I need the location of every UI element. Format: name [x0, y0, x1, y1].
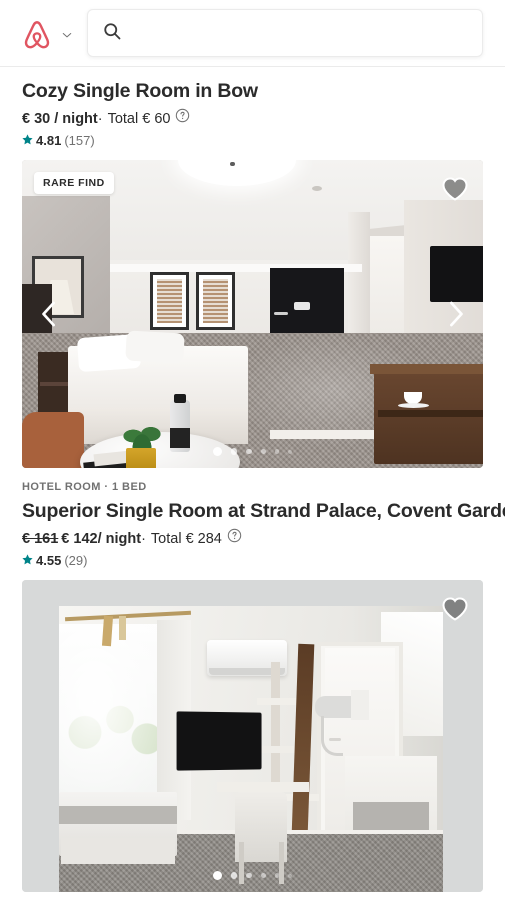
listing-card[interactable]: HOTEL ROOM · 1 BED Superior Single Room …: [0, 468, 505, 892]
price-original: € 161: [22, 530, 59, 547]
price-total: Total € 60: [107, 110, 171, 127]
listings-feed: Cozy Single Room in Bow € 30 / night · T…: [0, 67, 505, 892]
listing-info: HOTEL ROOM · 1 BED Superior Single Room …: [0, 468, 505, 580]
listing-photo-carousel[interactable]: RARE FIND: [22, 160, 483, 468]
price-current: € 142/ night: [61, 530, 142, 547]
carousel-dot[interactable]: [260, 448, 266, 455]
carousel-dot[interactable]: [230, 872, 237, 879]
price-current: € 30 / night: [22, 110, 98, 127]
carousel-dot[interactable]: [212, 447, 222, 456]
listing-card[interactable]: Cozy Single Room in Bow € 30 / night · T…: [0, 67, 505, 468]
carousel-dot[interactable]: [288, 873, 293, 878]
favorite-heart-icon[interactable]: [439, 172, 471, 204]
rare-find-badge: RARE FIND: [34, 172, 114, 194]
search-input[interactable]: [122, 10, 468, 56]
carousel-dot[interactable]: [230, 448, 237, 455]
carousel-prev-button[interactable]: [32, 292, 66, 336]
favorite-heart-icon[interactable]: [439, 592, 471, 624]
price-line: € 30 / night · Total € 60: [22, 108, 483, 129]
search-bar[interactable]: [87, 9, 483, 57]
carousel-dot[interactable]: [274, 873, 280, 878]
carousel-dot[interactable]: [288, 449, 293, 454]
rating-value: 4.55: [36, 553, 62, 568]
chevron-down-icon[interactable]: [58, 29, 73, 41]
price-separator: ·: [97, 110, 103, 127]
star-icon: [22, 132, 36, 150]
help-circle-icon[interactable]: [170, 108, 190, 129]
carousel-dots[interactable]: [22, 447, 483, 456]
listing-kicker: HOTEL ROOM · 1 BED: [22, 481, 147, 493]
rating-line: 4.55 (29): [22, 552, 483, 580]
carousel-dot[interactable]: [245, 872, 252, 879]
listing-info: Cozy Single Room in Bow € 30 / night · T…: [0, 67, 505, 160]
price-separator: ·: [141, 530, 146, 547]
app-header: [0, 0, 505, 67]
carousel-dot[interactable]: [260, 872, 266, 879]
carousel-dot[interactable]: [212, 871, 222, 880]
rating-line: 4.81 (157): [22, 132, 483, 160]
listing-photo: [22, 160, 483, 468]
listing-title: Cozy Single Room in Bow: [22, 80, 258, 102]
carousel-dot[interactable]: [245, 448, 252, 455]
carousel-dots[interactable]: [22, 871, 483, 880]
listing-title: Superior Single Room at Strand Palace, C…: [22, 500, 505, 522]
rating-value: 4.81: [36, 133, 62, 148]
star-icon: [22, 552, 36, 570]
carousel-next-button[interactable]: [439, 292, 473, 336]
price-total: Total € 284: [150, 530, 222, 547]
rating-count: (29): [64, 553, 88, 568]
airbnb-logo[interactable]: [22, 19, 52, 51]
help-circle-icon[interactable]: [222, 528, 242, 549]
brand-menu[interactable]: [22, 9, 73, 51]
search-icon: [102, 21, 122, 46]
rating-count: (157): [64, 133, 95, 148]
listing-photo-carousel[interactable]: [22, 580, 483, 892]
carousel-dot[interactable]: [274, 449, 280, 454]
price-line: € 161 € 142/ night · Total € 284: [22, 528, 483, 549]
listing-photo: [22, 580, 483, 892]
